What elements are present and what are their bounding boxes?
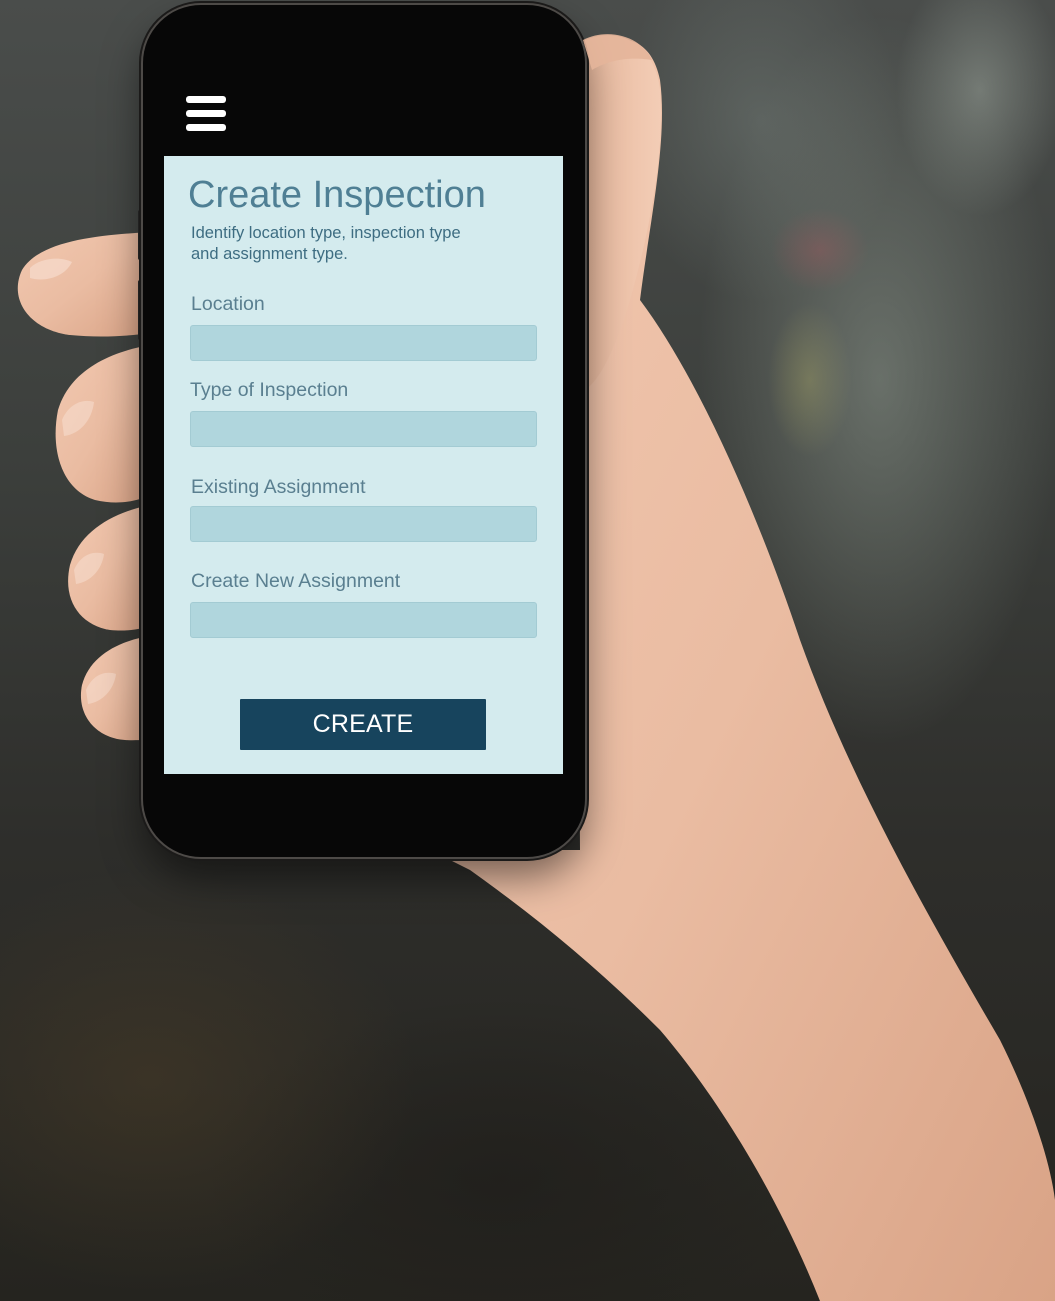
thumb-illustration xyxy=(583,34,652,70)
photo-background: Create Inspection Identify location type… xyxy=(0,0,1055,1301)
